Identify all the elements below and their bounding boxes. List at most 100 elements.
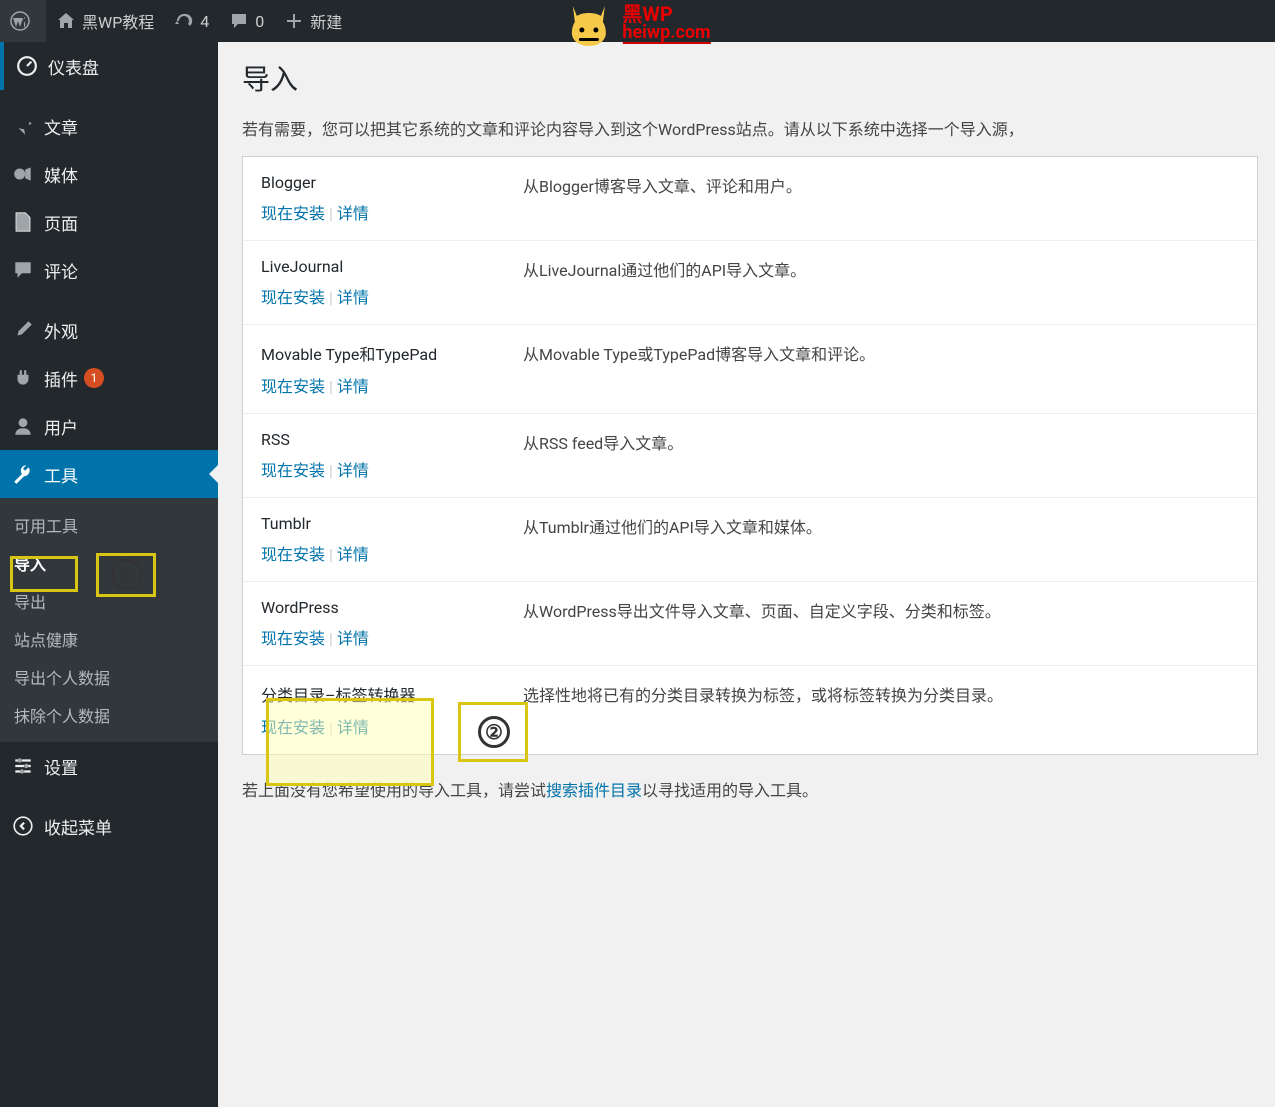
menu-label: 评论 (44, 258, 78, 283)
wp-logo-menu[interactable] (0, 0, 46, 42)
collapse-menu[interactable]: 收起菜单 (0, 802, 218, 850)
install-link[interactable]: 现在安装 (261, 204, 325, 223)
menu-appearance[interactable]: 外观 (0, 306, 218, 354)
install-link[interactable]: 现在安装 (261, 377, 325, 396)
menu-dashboard[interactable]: 仪表盘 (0, 42, 218, 90)
submenu-export[interactable]: 导出 (0, 582, 218, 620)
updates-count: 4 (200, 12, 209, 31)
importer-desc: 从LiveJournal通过他们的API导入文章。 (523, 257, 1239, 308)
updates-link[interactable]: 4 (164, 0, 219, 42)
menu-comments[interactable]: 评论 (0, 246, 218, 294)
importer-title: LiveJournal (261, 257, 509, 276)
menu-label: 用户 (44, 414, 78, 439)
submenu-import[interactable]: 导入 (0, 544, 218, 582)
comment-icon (12, 259, 34, 281)
collapse-icon (12, 815, 34, 837)
media-icon (12, 163, 34, 185)
importer-row: RSS 现在安装|详情 从RSS feed导入文章。 (243, 414, 1257, 498)
watermark-url: heiwp.com (622, 24, 710, 44)
new-content-menu[interactable]: 新建 (274, 0, 352, 42)
watermark: 黑WP heiwp.com (564, 0, 710, 48)
importer-row: Movable Type和TypePad 现在安装|详情 从Movable Ty… (243, 325, 1257, 414)
menu-label: 工具 (44, 462, 78, 487)
importer-title: Tumblr (261, 514, 509, 533)
menu-plugins[interactable]: 插件 1 (0, 354, 218, 402)
menu-media[interactable]: 媒体 (0, 150, 218, 198)
sliders-icon (12, 755, 34, 777)
details-link[interactable]: 详情 (337, 377, 369, 396)
site-name: 黑WP教程 (82, 9, 154, 33)
cat-icon (564, 0, 612, 48)
submenu-site-health[interactable]: 站点健康 (0, 620, 218, 658)
importer-desc: 从WordPress导出文件导入文章、页面、自定义字段、分类和标签。 (523, 598, 1239, 649)
importer-desc: 选择性地将已有的分类目录转换为标签，或将标签转换为分类目录。 (523, 682, 1239, 738)
comment-icon (229, 11, 249, 31)
details-link[interactable]: 详情 (337, 545, 369, 564)
importer-title: RSS (261, 430, 509, 449)
plugins-update-badge: 1 (84, 368, 104, 388)
details-link[interactable]: 详情 (337, 629, 369, 648)
menu-users[interactable]: 用户 (0, 402, 218, 450)
details-link[interactable]: 详情 (337, 461, 369, 480)
wrench-icon (12, 463, 34, 485)
importer-desc: 从Movable Type或TypePad博客导入文章和评论。 (523, 341, 1239, 397)
menu-label: 设置 (44, 754, 78, 779)
details-link[interactable]: 详情 (337, 718, 369, 737)
menu-settings[interactable]: 设置 (0, 742, 218, 790)
wordpress-icon (10, 11, 30, 31)
install-link[interactable]: 现在安装 (261, 545, 325, 564)
install-link[interactable]: 现在安装 (261, 718, 325, 737)
submenu-available-tools[interactable]: 可用工具 (0, 506, 218, 544)
tools-submenu: 可用工具 导入 导出 站点健康 导出个人数据 抹除个人数据 (0, 498, 218, 742)
refresh-icon (174, 11, 194, 31)
details-link[interactable]: 详情 (337, 288, 369, 307)
menu-tools[interactable]: 工具 (0, 450, 218, 498)
menu-label: 仪表盘 (48, 54, 99, 79)
importer-title: Blogger (261, 173, 509, 192)
importer-title: Movable Type和TypePad (261, 341, 509, 365)
comments-count: 0 (255, 12, 264, 31)
menu-pages[interactable]: 页面 (0, 198, 218, 246)
importer-row: Tumblr 现在安装|详情 从Tumblr通过他们的API导入文章和媒体。 (243, 498, 1257, 582)
page-intro: 若有需要，您可以把其它系统的文章和评论内容导入到这个WordPress站点。请从… (242, 116, 1255, 140)
menu-label: 页面 (44, 210, 78, 235)
importer-row: 分类目录–标签转换器 现在安装|详情 选择性地将已有的分类目录转换为标签，或将标… (243, 666, 1257, 754)
site-home-link[interactable]: 黑WP教程 (46, 0, 164, 42)
watermark-title: 黑WP (622, 4, 710, 24)
install-link[interactable]: 现在安装 (261, 461, 325, 480)
menu-label: 插件 (44, 366, 78, 391)
page-title: 导入 (242, 58, 1255, 98)
search-plugins-link[interactable]: 搜索插件目录 (546, 781, 642, 800)
dashboard-icon (16, 55, 38, 77)
importer-title: 分类目录–标签转换器 (261, 682, 509, 706)
menu-label: 收起菜单 (44, 814, 112, 839)
submenu-erase-personal[interactable]: 抹除个人数据 (0, 696, 218, 734)
admin-sidebar: 仪表盘 文章 媒体 页面 评论 外观 插件 1 (0, 42, 218, 1107)
importer-row: Blogger 现在安装|详情 从Blogger博客导入文章、评论和用户。 (243, 157, 1257, 241)
plug-icon (12, 367, 34, 389)
install-link[interactable]: 现在安装 (261, 629, 325, 648)
page-icon (12, 211, 34, 233)
new-label: 新建 (310, 9, 342, 33)
menu-label: 媒体 (44, 162, 78, 187)
menu-label: 文章 (44, 114, 78, 139)
home-icon (56, 11, 76, 31)
importer-desc: 从Tumblr通过他们的API导入文章和媒体。 (523, 514, 1239, 565)
importer-desc: 从Blogger博客导入文章、评论和用户。 (523, 173, 1239, 224)
main-content: 导入 若有需要，您可以把其它系统的文章和评论内容导入到这个WordPress站点… (218, 42, 1275, 1107)
importer-row: LiveJournal 现在安装|详情 从LiveJournal通过他们的API… (243, 241, 1257, 325)
importer-title: WordPress (261, 598, 509, 617)
details-link[interactable]: 详情 (337, 204, 369, 223)
pin-icon (12, 115, 34, 137)
menu-posts[interactable]: 文章 (0, 102, 218, 150)
submenu-export-personal[interactable]: 导出个人数据 (0, 658, 218, 696)
comments-link[interactable]: 0 (219, 0, 274, 42)
brush-icon (12, 319, 34, 341)
importer-desc: 从RSS feed导入文章。 (523, 430, 1239, 481)
menu-label: 外观 (44, 318, 78, 343)
footer-note: 若上面没有您希望使用的导入工具，请尝试搜索插件目录以寻找适用的导入工具。 (242, 777, 1255, 801)
importers-table: Blogger 现在安装|详情 从Blogger博客导入文章、评论和用户。 Li… (242, 156, 1258, 755)
plus-icon (284, 11, 304, 31)
user-icon (12, 415, 34, 437)
install-link[interactable]: 现在安装 (261, 288, 325, 307)
